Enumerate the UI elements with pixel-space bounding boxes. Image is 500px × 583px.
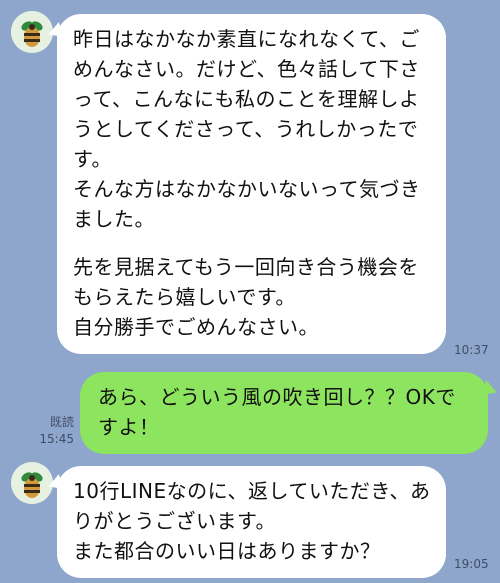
message-line: あら、どういう風の吹き回し？？OKで — [98, 385, 456, 409]
message-line: 先を見据えてもう一回向き合う機会を — [73, 255, 419, 279]
message-line: りがとうございます。 — [73, 509, 276, 533]
message-timestamp: 19:05 — [454, 557, 489, 571]
message-line: 自分勝手でごめんなさい。 — [73, 315, 319, 339]
message-line: めんなさい。だけど、色々話して下さ — [73, 57, 420, 81]
message-bubble-outgoing[interactable]: あら、どういう風の吹き回し？？OKで すよ！ — [80, 372, 488, 454]
message-line: また都合のいい日はありますか？ — [73, 539, 381, 563]
message-line: す。 — [73, 147, 112, 171]
read-receipt: 既読 — [49, 415, 74, 429]
message-line: 昨日はなかなか素直になれなくて、ご — [73, 27, 420, 51]
message-line: そんな方はなかなかいないって気づき — [73, 177, 421, 201]
chat-view[interactable]: 昨日はなかなか素直になれなくて、ご めんなさい。だけど、色々話して下さ って、こ… — [0, 0, 500, 583]
message-line: すよ！ — [98, 415, 160, 439]
message-timestamp: 15:45 — [39, 432, 74, 446]
message-line: って、こんなにも私のことを理解しよ — [73, 87, 420, 111]
message-bubble-incoming[interactable]: 昨日はなかなか素直になれなくて、ご めんなさい。だけど、色々話して下さ って、こ… — [57, 14, 446, 354]
message-timestamp: 10:37 — [454, 343, 489, 357]
message-line: 10行LINEなのに、返していただき、あ — [73, 479, 431, 503]
message-bubble-incoming[interactable]: 10行LINEなのに、返していただき、あ りがとうございます。 また都合のいい日… — [57, 466, 446, 578]
message-line: もらえたら嬉しいです。 — [73, 285, 296, 309]
message-line: ました。 — [73, 207, 155, 231]
message-line: うとしてくださって、うれしかったで — [73, 117, 419, 141]
